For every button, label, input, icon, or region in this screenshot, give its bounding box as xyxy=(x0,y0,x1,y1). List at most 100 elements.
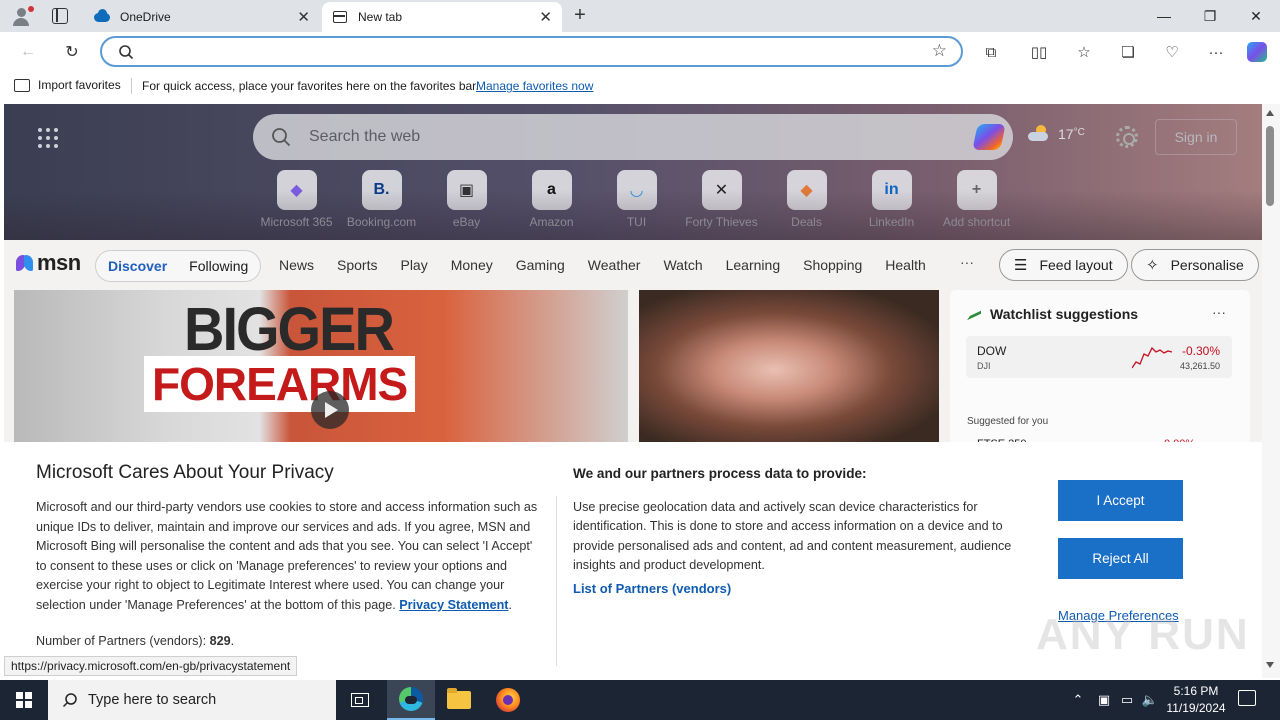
device-icon[interactable]: ▣ xyxy=(1094,680,1114,720)
stock-value: 43,261.50 xyxy=(1179,361,1220,371)
nav-health[interactable]: Health xyxy=(885,257,925,273)
shortcut-linkedin[interactable]: in LinkedIn xyxy=(849,170,934,229)
shortcut-tile-icon: a xyxy=(531,170,572,210)
shortcut-booking-com[interactable]: B. Booking.com xyxy=(339,170,424,229)
add-favorite-star-icon[interactable]: ☆ xyxy=(932,41,947,61)
clock-time: 5:16 PM xyxy=(1173,684,1219,698)
import-favorites-label: Import favorites xyxy=(38,78,121,92)
back-button[interactable]: ← xyxy=(14,38,42,66)
shortcut-tile-icon: ◡ xyxy=(616,170,657,210)
restore-button[interactable]: ❐ xyxy=(1187,0,1233,32)
tab-actions-icon[interactable] xyxy=(52,8,68,24)
shortcut-tile-icon: B. xyxy=(361,170,402,210)
shortcut-add-shortcut[interactable]: + Add shortcut xyxy=(934,170,1019,229)
tab-onedrive[interactable]: OneDrive ✕ xyxy=(84,2,320,32)
shortcut-label: TUI xyxy=(626,215,647,229)
weather-temp: 17 xyxy=(1058,126,1074,142)
navigation-bar: ← ↻ ☆ ⧉ ▯▯ ☆ ❏ ♡ ··· xyxy=(0,32,1280,72)
taskbar-file-explorer[interactable] xyxy=(435,680,483,720)
shortcut-tile-icon: + xyxy=(956,170,997,210)
web-search-box[interactable]: Search the web xyxy=(253,114,1013,160)
address-bar[interactable]: ☆ xyxy=(100,36,963,67)
shortcut-forty-thieves[interactable]: ✕ Forty Thieves xyxy=(679,170,764,229)
shortcut-amazon[interactable]: a Amazon xyxy=(509,170,594,229)
task-view-button[interactable] xyxy=(336,680,384,720)
shortcut-deals[interactable]: ◆ Deals xyxy=(764,170,849,229)
msn-logo-text: msn xyxy=(37,250,81,275)
favorites-icon[interactable]: ☆ xyxy=(1072,40,1096,64)
start-button[interactable] xyxy=(0,680,48,720)
accept-button[interactable]: I Accept xyxy=(1058,480,1183,521)
food-article-card[interactable] xyxy=(639,290,939,450)
shortcut-ebay[interactable]: ▣ eBay xyxy=(424,170,509,229)
category-links: News Sports Play Money Gaming Weather Watch Lea… xyxy=(279,257,949,273)
shortcut-microsoft-365[interactable]: ◆ Microsoft 365 xyxy=(254,170,339,229)
web-search-placeholder: Search the web xyxy=(309,128,421,145)
weather-widget[interactable]: 17 °C xyxy=(1028,125,1085,142)
feed-layout-button[interactable]: ☰ Feed layout xyxy=(999,249,1128,281)
taskbar-clock[interactable]: 5:16 PM 11/19/2024 xyxy=(1158,683,1234,717)
refresh-button[interactable]: ↻ xyxy=(58,38,86,66)
split-screen-icon[interactable]: ▯▯ xyxy=(1027,40,1051,64)
show-hidden-icons-chevron-icon[interactable]: ⌃ xyxy=(1068,680,1088,720)
nav-shopping[interactable]: Shopping xyxy=(803,257,862,273)
scroll-down-arrow-icon[interactable] xyxy=(1266,662,1274,668)
minimize-button[interactable]: — xyxy=(1141,0,1187,32)
partners-list-link[interactable]: List of Partners (vendors) xyxy=(573,581,731,596)
shortcut-label: Microsoft 365 xyxy=(260,215,333,229)
nav-gaming[interactable]: Gaming xyxy=(516,257,565,273)
nav-sports[interactable]: Sports xyxy=(337,257,377,273)
import-favorites-button[interactable]: Import favorites xyxy=(14,78,121,92)
shortcut-label: LinkedIn xyxy=(868,215,915,229)
more-categories-icon[interactable]: ··· xyxy=(960,254,974,270)
collections-icon[interactable]: ❏ xyxy=(1116,40,1140,64)
volume-icon[interactable]: 🔈 xyxy=(1140,680,1160,720)
tab-new-tab[interactable]: New tab ✕ xyxy=(322,2,562,32)
video-card-forearms[interactable]: BIGGER FOREARMS xyxy=(14,290,628,450)
watchlist-more-icon[interactable]: ··· xyxy=(1212,304,1226,320)
nav-weather[interactable]: Weather xyxy=(588,257,641,273)
file-explorer-icon xyxy=(447,688,471,709)
manage-favorites-link[interactable]: Manage favorites now xyxy=(476,79,593,93)
tab-label: New tab xyxy=(358,10,403,24)
tab-following[interactable]: Following xyxy=(189,258,248,274)
app-launcher-icon[interactable] xyxy=(38,128,58,148)
close-tab-icon[interactable]: ✕ xyxy=(297,8,310,26)
tab-discover[interactable]: Discover xyxy=(108,258,167,274)
browser-essentials-icon[interactable]: ♡ xyxy=(1160,40,1184,64)
page-settings-gear-icon[interactable] xyxy=(1116,126,1138,148)
notifications-icon[interactable] xyxy=(1238,690,1256,706)
profile-avatar-icon[interactable] xyxy=(8,4,36,28)
windows-logo-icon xyxy=(16,692,32,708)
scroll-up-arrow-icon[interactable] xyxy=(1266,110,1274,116)
sliders-icon: ☰ xyxy=(1014,257,1028,274)
network-icon[interactable]: ▭ xyxy=(1117,680,1137,720)
close-window-button[interactable]: ✕ xyxy=(1233,0,1279,32)
taskbar-edge[interactable] xyxy=(387,680,435,720)
sign-in-button[interactable]: Sign in xyxy=(1155,119,1237,155)
personalise-button[interactable]: ✧ Personalise xyxy=(1131,249,1259,281)
nav-play[interactable]: Play xyxy=(400,257,427,273)
new-tab-button[interactable]: + xyxy=(568,4,592,28)
reject-all-button[interactable]: Reject All xyxy=(1058,538,1183,579)
nav-news[interactable]: News xyxy=(279,257,314,273)
privacy-statement-link[interactable]: Privacy Statement xyxy=(399,598,508,612)
taskbar-search-box[interactable]: Type here to search xyxy=(48,680,336,720)
copilot-icon[interactable] xyxy=(1245,40,1269,64)
shortcut-tui[interactable]: ◡ TUI xyxy=(594,170,679,229)
address-input[interactable] xyxy=(142,42,922,62)
nav-watch[interactable]: Watch xyxy=(663,257,702,273)
nav-learning[interactable]: Learning xyxy=(726,257,781,273)
settings-more-icon[interactable]: ··· xyxy=(1204,40,1228,64)
close-tab-icon[interactable]: ✕ xyxy=(539,8,552,26)
scroll-thumb[interactable] xyxy=(1266,126,1274,206)
play-icon[interactable] xyxy=(311,391,349,429)
extensions-icon[interactable]: ⧉ xyxy=(979,40,1003,64)
nav-money[interactable]: Money xyxy=(451,257,493,273)
search-icon xyxy=(62,693,77,708)
msn-logo[interactable]: msn xyxy=(16,250,81,276)
stock-row-dow[interactable]: DOW DJI -0.30% 43,261.50 xyxy=(966,336,1232,378)
copilot-icon[interactable] xyxy=(972,124,1006,150)
taskbar-firefox[interactable] xyxy=(484,680,532,720)
vertical-scrollbar[interactable] xyxy=(1262,104,1280,678)
